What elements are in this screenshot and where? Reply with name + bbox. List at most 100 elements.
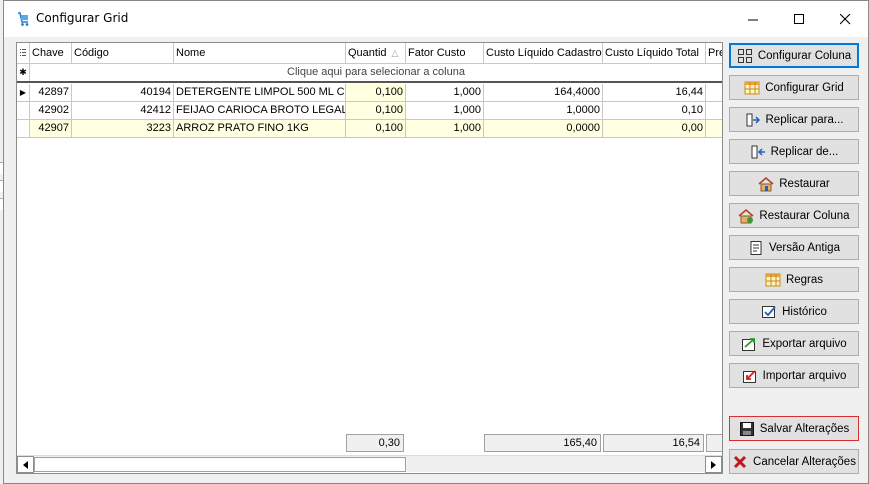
new-row[interactable]: ✱ Clique aqui para selecionar a coluna xyxy=(17,64,722,83)
exportar-arquivo-button[interactable]: Exportar arquivo xyxy=(729,331,859,356)
regras-button[interactable]: Regras xyxy=(729,267,859,292)
quantidade-label: Quantid xyxy=(348,47,387,59)
replicar-de-button[interactable]: Replicar de... xyxy=(729,139,859,164)
versao-antiga-button[interactable]: Versão Antiga xyxy=(729,235,859,260)
salvar-alteracoes-label: Salvar Alterações xyxy=(759,422,850,435)
scroll-left-button[interactable] xyxy=(17,456,34,473)
new-row-asterisk-icon: ✱ xyxy=(17,64,30,81)
replicar-para-button[interactable]: Replicar para... xyxy=(729,107,859,132)
grid-header-row: Chave Código Nome Quantid △ Fator Custo C… xyxy=(17,43,722,64)
replicate-from-icon xyxy=(751,145,765,158)
arrow-left-icon xyxy=(22,460,28,469)
column-header-preco[interactable]: Pre xyxy=(706,43,722,64)
window-title: Configurar Grid xyxy=(36,11,129,25)
restaurar-coluna-button[interactable]: Restaurar Coluna xyxy=(729,203,859,228)
column-header-codigo[interactable]: Código xyxy=(72,43,174,64)
cell-codigo[interactable]: 40194 xyxy=(72,84,174,102)
historico-button[interactable]: Histórico xyxy=(729,299,859,324)
cell-custo-cadastro[interactable]: 1,0000 xyxy=(484,102,603,120)
cancelar-alteracoes-button[interactable]: Cancelar Alterações xyxy=(729,449,859,474)
column-header-fator-custo[interactable]: Fator Custo xyxy=(406,43,484,64)
column-header-custo-liquido-cadastro[interactable]: Custo Líquido Cadastro xyxy=(484,43,603,64)
column-chooser-button[interactable] xyxy=(17,43,30,64)
column-header-chave[interactable]: Chave xyxy=(30,43,72,64)
sort-ascending-icon: △ xyxy=(391,48,399,58)
column-header-quantidade[interactable]: Quantid △ xyxy=(346,43,406,64)
table-row[interactable]: 42902 42412 FEIJAO CARIOCA BROTO LEGAL 0… xyxy=(17,102,722,120)
cell-fator-custo[interactable]: 1,000 xyxy=(406,102,484,120)
grid-table-icon xyxy=(744,81,760,94)
horizontal-scrollbar[interactable] xyxy=(17,455,722,473)
arrow-right-icon xyxy=(710,460,716,469)
configurar-coluna-button[interactable]: Configurar Coluna xyxy=(729,43,859,68)
cell-chave[interactable]: 42902 xyxy=(30,102,72,120)
column-header-custo-liquido-total[interactable]: Custo Líquido Total xyxy=(603,43,706,64)
cell-preco[interactable] xyxy=(706,84,722,102)
versao-antiga-label: Versão Antiga xyxy=(769,241,840,254)
configurar-grid-dialog: Configurar Grid Chave Código Nome Quanti… xyxy=(3,0,869,484)
cell-custo-total[interactable]: 0,10 xyxy=(603,102,706,120)
cell-nome[interactable]: ARROZ PRATO FINO 1KG xyxy=(174,120,346,138)
cell-codigo[interactable]: 42412 xyxy=(72,102,174,120)
cell-custo-total[interactable]: 0,00 xyxy=(603,120,706,138)
restaurar-label: Restaurar xyxy=(779,177,830,190)
historico-label: Histórico xyxy=(782,305,827,318)
close-icon xyxy=(839,13,850,24)
columns-grid-icon xyxy=(737,48,752,63)
importar-arquivo-button[interactable]: Importar arquivo xyxy=(729,363,859,388)
scrollbar-thumb[interactable] xyxy=(34,457,406,472)
row-indicator xyxy=(17,102,30,120)
cell-nome[interactable]: DETERGENTE LIMPOL 500 ML CO xyxy=(174,84,346,102)
cell-custo-cadastro[interactable]: 164,4000 xyxy=(484,84,603,102)
cell-quantidade[interactable]: 0,100 xyxy=(346,120,406,138)
total-quantidade: 0,30 xyxy=(346,434,404,452)
restore-column-icon xyxy=(738,208,754,223)
row-indicator xyxy=(17,120,30,138)
cancel-x-icon xyxy=(733,455,747,468)
table-row[interactable]: ▶ 42897 40194 DETERGENTE LIMPOL 500 ML C… xyxy=(17,84,722,102)
maximize-button[interactable] xyxy=(776,1,822,37)
restore-house-icon xyxy=(758,176,774,191)
cell-chave[interactable]: 42907 xyxy=(30,120,72,138)
cell-codigo[interactable]: 3223 xyxy=(72,120,174,138)
current-row-arrow-icon: ▶ xyxy=(17,84,30,102)
cell-preco[interactable] xyxy=(706,120,722,138)
scroll-right-button[interactable] xyxy=(705,456,722,473)
title-bar: Configurar Grid xyxy=(4,1,868,37)
configurar-grid-label: Configurar Grid xyxy=(765,81,844,94)
cell-fator-custo[interactable]: 1,000 xyxy=(406,120,484,138)
table-row[interactable]: 42907 3223 ARROZ PRATO FINO 1KG 0,100 1,… xyxy=(17,120,722,138)
cell-quantidade[interactable]: 0,100 xyxy=(346,102,406,120)
cell-custo-total[interactable]: 16,44 xyxy=(603,84,706,102)
total-preco xyxy=(706,434,722,452)
save-disk-icon xyxy=(739,421,754,436)
total-custo-cadastro: 165,40 xyxy=(484,434,601,452)
maximize-icon xyxy=(793,13,804,24)
minimize-icon xyxy=(747,19,758,20)
cell-custo-cadastro[interactable]: 0,0000 xyxy=(484,120,603,138)
cancelar-alteracoes-label: Cancelar Alterações xyxy=(753,455,856,468)
import-file-icon xyxy=(742,369,756,383)
salvar-alteracoes-button[interactable]: Salvar Alterações xyxy=(729,416,859,441)
replicar-para-label: Replicar para... xyxy=(765,113,844,126)
cell-quantidade[interactable]: 0,100 xyxy=(346,84,406,102)
grid-footer-totals: 0,30 165,40 16,54 xyxy=(17,431,722,453)
cell-nome[interactable]: FEIJAO CARIOCA BROTO LEGAL xyxy=(174,102,346,120)
configurar-grid-button[interactable]: Configurar Grid xyxy=(729,75,859,100)
restaurar-button[interactable]: Restaurar xyxy=(729,171,859,196)
configurar-coluna-label: Configurar Coluna xyxy=(757,49,852,62)
minimize-button[interactable] xyxy=(730,1,776,37)
regras-label: Regras xyxy=(785,273,824,286)
column-header-nome[interactable]: Nome xyxy=(174,43,346,64)
rules-table-icon xyxy=(765,273,781,286)
cell-chave[interactable]: 42897 xyxy=(30,84,72,102)
importar-arquivo-label: Importar arquivo xyxy=(762,369,847,382)
cart-app-icon xyxy=(18,12,29,26)
old-version-icon xyxy=(750,240,762,255)
history-icon xyxy=(762,305,776,318)
cell-preco[interactable] xyxy=(706,102,722,120)
cell-fator-custo[interactable]: 1,000 xyxy=(406,84,484,102)
data-grid[interactable]: Chave Código Nome Quantid △ Fator Custo C… xyxy=(16,42,723,474)
close-button[interactable] xyxy=(822,1,868,37)
column-chooser-icon xyxy=(20,49,26,56)
